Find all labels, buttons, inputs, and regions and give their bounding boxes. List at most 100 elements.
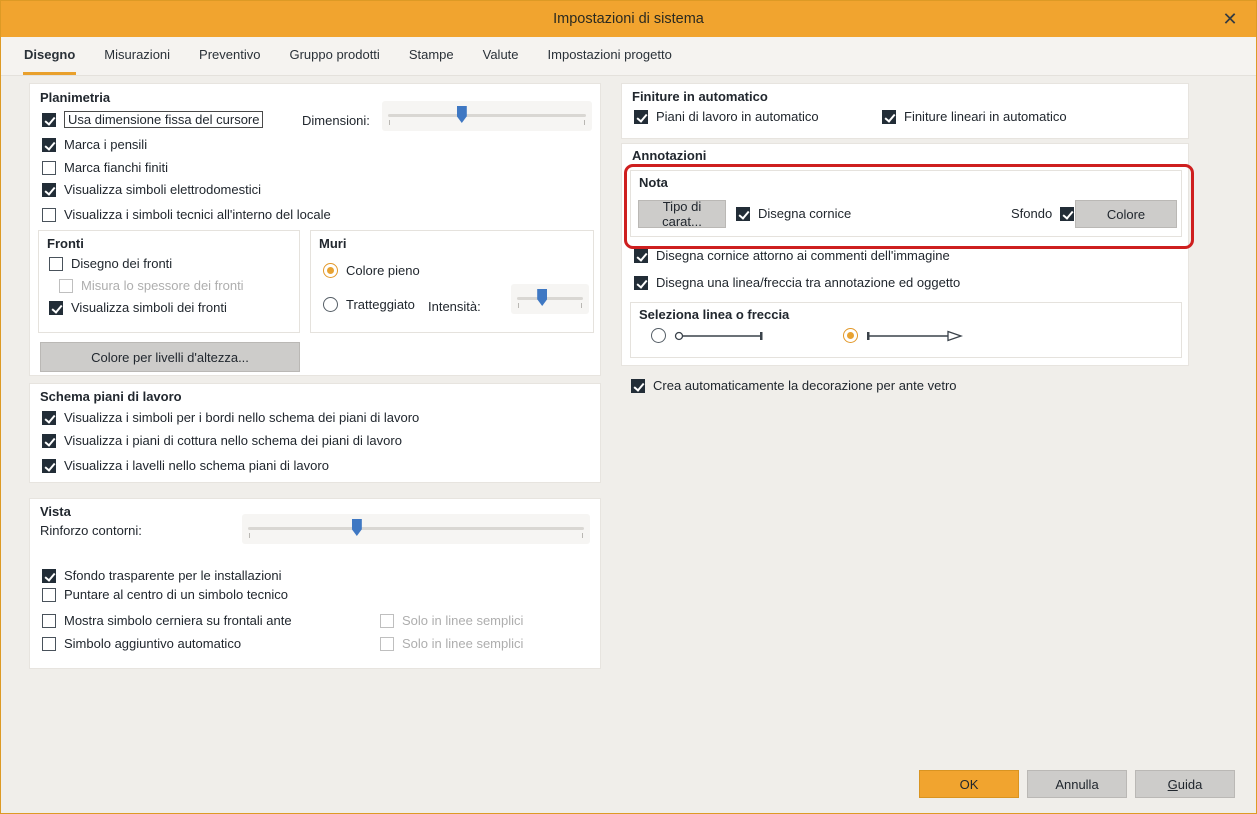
rinforzo-slider[interactable] xyxy=(242,514,590,544)
checkbox-box xyxy=(631,378,645,393)
checkbox-label: Misura lo spessore dei fronti xyxy=(81,278,244,293)
slider-track xyxy=(517,297,583,300)
checkbox-simboli-tecnici[interactable]: Visualizza i simboli tecnici all'interno… xyxy=(42,207,331,222)
slider-tick xyxy=(518,303,519,308)
checkbox-label: Sfondo xyxy=(1011,206,1053,221)
slider-tick xyxy=(249,533,250,538)
checkbox-finiture-lineari[interactable]: Finiture lineari in automatico xyxy=(882,109,1067,124)
slider-handle[interactable] xyxy=(537,289,548,306)
checkbox-box xyxy=(380,636,394,651)
checkbox-schema-cottura[interactable]: Visualizza i piani di cottura nello sche… xyxy=(42,433,402,448)
checkbox-box xyxy=(49,300,63,315)
checkbox-simboli-elettrodomestici[interactable]: Visualizza simboli elettrodomestici xyxy=(42,182,261,197)
checkbox-label: Sfondo trasparente per le installazioni xyxy=(64,568,282,583)
tab-impostazioni-progetto[interactable]: Impostazioni progetto xyxy=(547,37,673,75)
checkbox-sfondo-trasparente[interactable]: Sfondo trasparente per le installazioni xyxy=(42,568,282,583)
radio-button xyxy=(843,328,858,343)
slider-track xyxy=(248,527,584,530)
colore-livelli-button[interactable]: Colore per livelli d'altezza... xyxy=(40,342,300,372)
checkbox-label: Disegna cornice attorno ai commenti dell… xyxy=(656,248,950,263)
checkbox-cornice-commenti[interactable]: Disegna cornice attorno ai commenti dell… xyxy=(634,248,950,263)
radio-linea-option[interactable] xyxy=(651,328,770,343)
muri-box: Muri Colore pieno Tratteggiato Intensità… xyxy=(310,230,594,333)
line-option-icon xyxy=(674,329,770,343)
checkbox-label: Visualizza i piani di cottura nello sche… xyxy=(64,433,402,448)
radio-freccia-option[interactable] xyxy=(843,328,964,343)
planimetria-header: Planimetria xyxy=(40,90,111,105)
checkbox-label: Marca fianchi finiti xyxy=(64,160,169,175)
annulla-button[interactable]: Annulla xyxy=(1027,770,1127,798)
checkbox-piani-lavoro-automatico[interactable]: Piani di lavoro in automatico xyxy=(634,109,819,124)
intensita-slider[interactable] xyxy=(511,284,589,314)
checkbox-box xyxy=(634,248,648,263)
radio-label: Colore pieno xyxy=(346,263,420,278)
tab-preventivo[interactable]: Preventivo xyxy=(198,37,261,75)
checkbox-usa-dimensione-fissa[interactable]: Usa dimensione fissa del cursore xyxy=(42,111,264,128)
checkbox-simboli-fronti[interactable]: Visualizza simboli dei fronti xyxy=(49,300,227,315)
checkbox-label: Solo in linee semplici xyxy=(402,636,524,651)
checkbox-simbolo-aggiuntivo[interactable]: Simbolo aggiuntivo automatico xyxy=(42,636,241,651)
checkbox-box xyxy=(42,587,56,602)
radio-tratteggiato[interactable]: Tratteggiato xyxy=(323,297,415,312)
checkbox-disegno-fronti[interactable]: Disegno dei fronti xyxy=(49,256,172,271)
colore-button[interactable]: Colore xyxy=(1075,200,1177,228)
checkbox-box xyxy=(882,109,896,124)
checkbox-box xyxy=(42,433,56,448)
checkbox-label: Mostra simbolo cerniera su frontali ante xyxy=(64,613,292,628)
ok-button[interactable]: OK xyxy=(919,770,1019,798)
checkbox-box xyxy=(59,278,73,293)
annotazioni-panel: Annotazioni Nota Tipo di carat... Disegn… xyxy=(621,143,1194,366)
checkbox-box xyxy=(42,568,56,583)
annotazioni-header: Annotazioni xyxy=(632,148,707,163)
checkbox-box xyxy=(42,112,56,127)
checkbox-schema-lavelli[interactable]: Visualizza i lavelli nello schema piani … xyxy=(42,458,329,473)
checkbox-mostra-cerniera[interactable]: Mostra simbolo cerniera su frontali ante xyxy=(42,613,292,628)
tab-misurazioni[interactable]: Misurazioni xyxy=(103,37,171,75)
tab-gruppo-prodotti[interactable]: Gruppo prodotti xyxy=(288,37,380,75)
checkbox-label: Marca i pensili xyxy=(64,137,148,152)
slider-handle[interactable] xyxy=(456,106,467,123)
checkbox-label: Visualizza simboli dei fronti xyxy=(71,300,227,315)
checkbox-box xyxy=(42,458,56,473)
planimetria-panel: Planimetria Usa dimensione fissa del cur… xyxy=(29,83,601,376)
checkbox-crea-decorazione[interactable]: Crea automaticamente la decorazione per … xyxy=(631,378,957,393)
tipo-carattere-button[interactable]: Tipo di carat... xyxy=(638,199,726,229)
checkbox-box xyxy=(1060,206,1075,221)
checkbox-box xyxy=(634,275,648,290)
checkbox-label: Visualizza i simboli tecnici all'interno… xyxy=(64,207,331,222)
checkbox-linea-freccia[interactable]: Disegna una linea/freccia tra annotazion… xyxy=(634,275,960,290)
schema-panel: Schema piani di lavoro Visualizza i simb… xyxy=(29,383,601,483)
checkbox-disegna-cornice[interactable]: Disegna cornice xyxy=(736,206,851,221)
title-bar: Impostazioni di sistema ✕ xyxy=(1,1,1256,37)
guida-button[interactable]: Guida xyxy=(1135,770,1235,798)
fronti-box: Fronti Disegno dei fronti Misura lo spes… xyxy=(38,230,300,333)
tab-disegno[interactable]: Disegno xyxy=(23,37,77,75)
radio-colore-pieno[interactable]: Colore pieno xyxy=(323,263,420,278)
tab-stampe[interactable]: Stampe xyxy=(408,37,455,75)
checkbox-label: Disegna una linea/freccia tra annotazion… xyxy=(656,275,961,290)
checkbox-label: Crea automaticamente la decorazione per … xyxy=(653,378,957,393)
slider-tick xyxy=(582,533,583,538)
checkbox-box xyxy=(42,613,56,628)
vista-header: Vista xyxy=(40,504,71,519)
slider-handle[interactable] xyxy=(351,519,362,536)
nota-box: Nota Tipo di carat... Disegna cornice Sf… xyxy=(630,170,1182,237)
tab-valute[interactable]: Valute xyxy=(482,37,520,75)
checkbox-label: Usa dimensione fissa del cursore xyxy=(64,111,264,128)
checkbox-box xyxy=(736,206,750,221)
checkbox-marca-pensili[interactable]: Marca i pensili xyxy=(42,137,147,152)
arrow-option-icon xyxy=(866,329,964,343)
intensita-label: Intensità: xyxy=(428,299,481,314)
checkbox-label: Solo in linee semplici xyxy=(402,613,524,628)
dimensioni-slider[interactable] xyxy=(382,101,592,131)
checkbox-sfondo-nota[interactable]: Sfondo xyxy=(1011,206,1075,221)
fronti-header: Fronti xyxy=(47,236,84,251)
close-icon[interactable]: ✕ xyxy=(1218,7,1242,31)
checkbox-schema-bordi[interactable]: Visualizza i simboli per i bordi nello s… xyxy=(42,410,419,425)
checkbox-label: Simbolo aggiuntivo automatico xyxy=(64,636,242,651)
checkbox-solo-linee-semplici-1: Solo in linee semplici xyxy=(380,613,523,628)
checkbox-marca-fianchi[interactable]: Marca fianchi finiti xyxy=(42,160,168,175)
checkbox-label: Piani di lavoro in automatico xyxy=(656,109,819,124)
checkbox-label: Visualizza i lavelli nello schema piani … xyxy=(64,458,329,473)
checkbox-puntare-centro[interactable]: Puntare al centro di un simbolo tecnico xyxy=(42,587,288,602)
